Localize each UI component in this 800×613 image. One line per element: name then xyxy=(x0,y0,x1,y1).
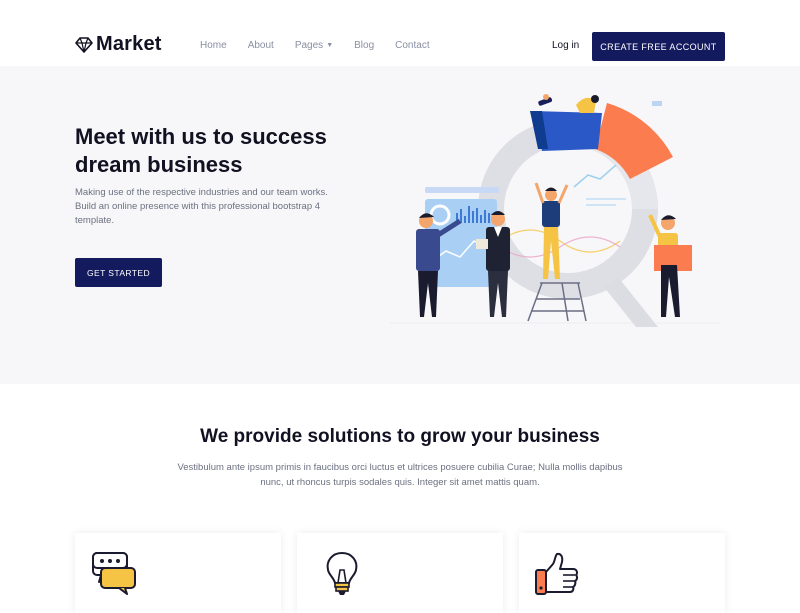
chat-bubbles-icon xyxy=(92,552,136,595)
feature-card-chat[interactable] xyxy=(75,533,281,613)
hero-description: Making use of the respective industries … xyxy=(75,187,328,226)
nav-home[interactable]: Home xyxy=(200,40,227,51)
solutions-description: Vestibulum ante ipsum primis in faucibus… xyxy=(177,462,623,488)
nav-about[interactable]: About xyxy=(248,40,274,51)
create-account-button[interactable]: CREATE FREE ACCOUNT xyxy=(592,32,725,61)
diamond-icon xyxy=(75,36,93,53)
logo-text: Market xyxy=(96,33,162,55)
solutions-title: We provide solutions to grow your busine… xyxy=(200,426,600,447)
main-nav: Home About Pages ▼ Blog Contact xyxy=(200,40,451,51)
caret-down-icon: ▼ xyxy=(326,42,334,49)
feature-card-idea[interactable] xyxy=(297,533,503,613)
nav-contact-label: Contact xyxy=(395,40,430,51)
logo[interactable]: Market xyxy=(75,33,162,56)
site-header: Market Home About Pages ▼ Blog Contact Lo… xyxy=(0,0,800,66)
nav-blog[interactable]: Blog xyxy=(354,40,374,51)
lightbulb-icon xyxy=(326,551,358,595)
nav-about-label: About xyxy=(247,40,274,51)
get-started-button[interactable]: GET STARTED xyxy=(75,258,162,287)
business-team-analytics-illustration xyxy=(390,94,720,327)
hero-title: Meet with us to success dream business xyxy=(75,124,327,177)
nav-pages[interactable]: Pages ▼ xyxy=(295,40,333,51)
thumbs-up-icon xyxy=(535,552,579,595)
nav-pages-label: Pages xyxy=(294,40,324,51)
nav-contact[interactable]: Contact xyxy=(395,40,429,51)
nav-home-label: Home xyxy=(200,40,227,51)
feature-card-like[interactable] xyxy=(519,533,725,613)
nav-blog-label: Blog xyxy=(354,40,375,51)
login-link[interactable]: Log in xyxy=(552,40,579,51)
hero-section: Meet with us to success dream business M… xyxy=(0,66,800,384)
